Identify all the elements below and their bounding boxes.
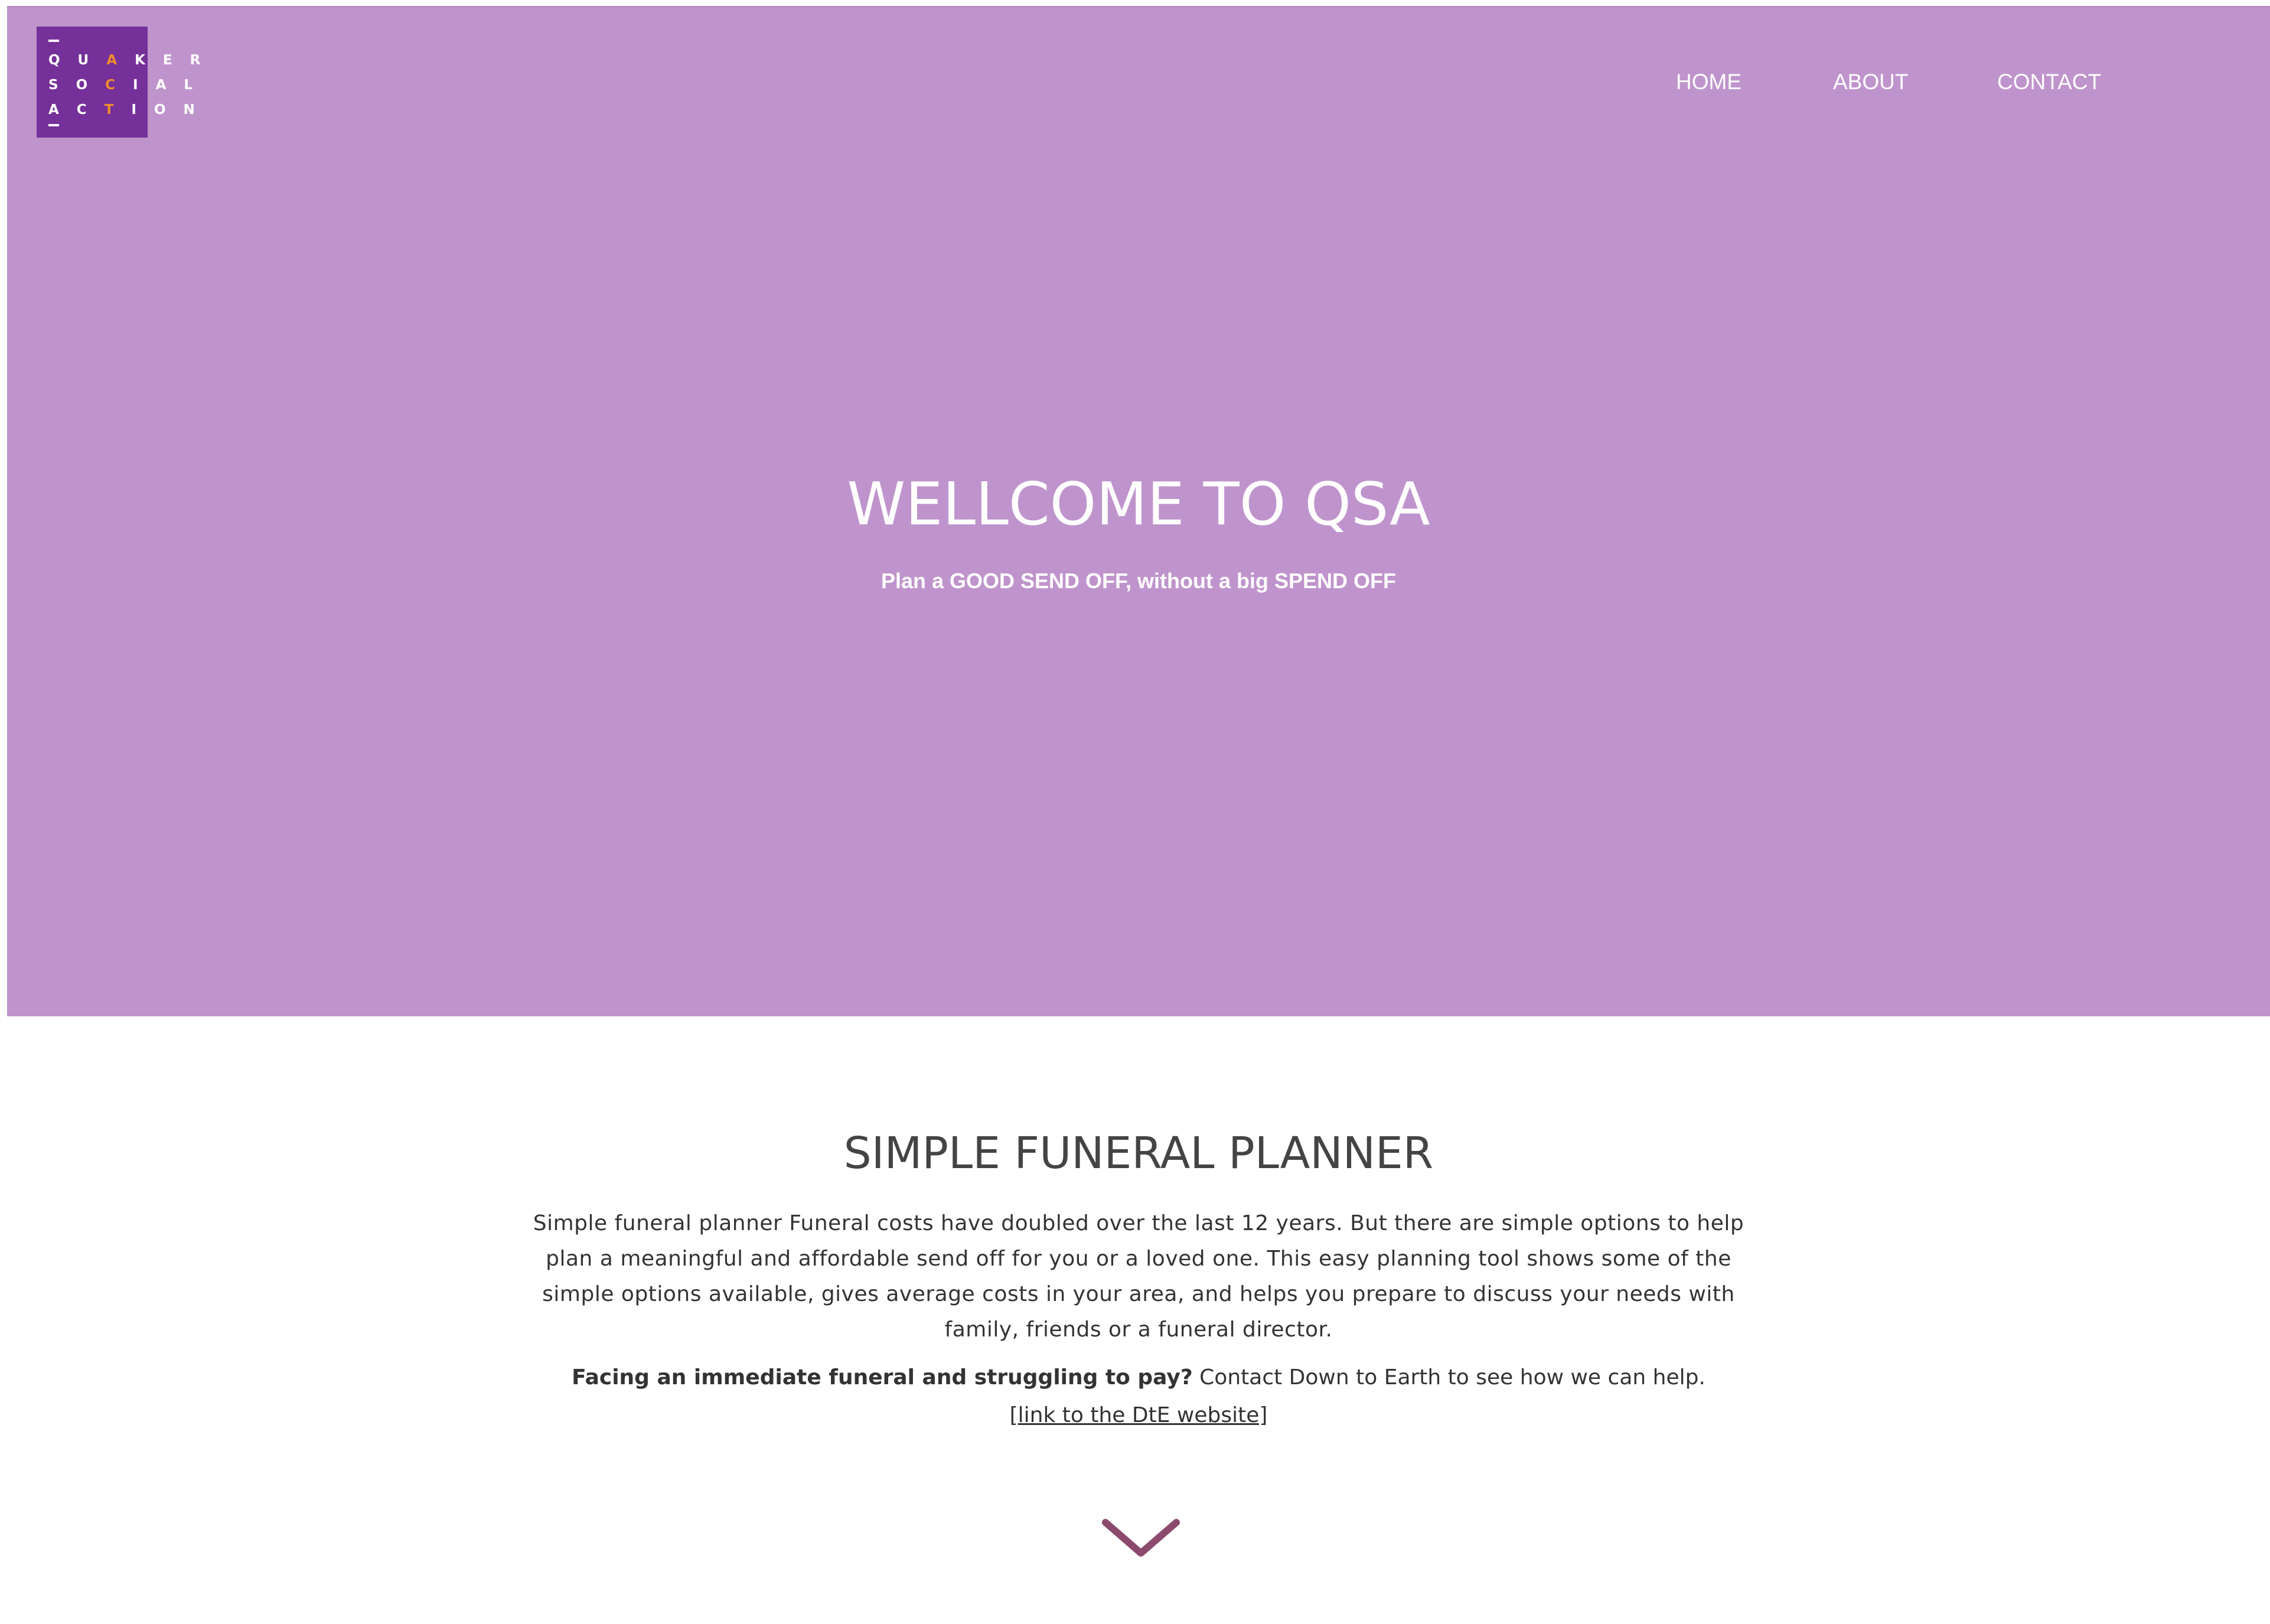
logo-line-2: S O C I A L — [48, 77, 200, 93]
planner-title: SIMPLE FUNERAL PLANNER — [843, 1128, 1434, 1179]
dte-website-link[interactable]: [link to the DtE website] — [1010, 1403, 1268, 1427]
logo-line-1: Q U A K E R — [48, 53, 207, 68]
dte-link-row: [link to the DtE website] — [0, 1401, 2270, 1430]
help-contact: Contact Down to Earth to see how we can … — [1192, 1365, 1705, 1390]
planner-intro: Simple funeral planner Funeral costs hav… — [533, 1211, 1744, 1342]
chevron-down-icon[interactable] — [1102, 1518, 1180, 1565]
nav-about[interactable]: ABOUT — [1833, 70, 1908, 94]
hero-title: WELLCOME TO QSA — [847, 469, 1430, 539]
hero-subtitle: Plan a GOOD SEND OFF, without a big SPEN… — [880, 569, 1397, 593]
help-question: Facing an immediate funeral and struggli… — [572, 1365, 1193, 1390]
page-top-border — [0, 0, 2270, 6]
logo-dash-top — [48, 40, 59, 42]
help-text: Facing an immediate funeral and struggli… — [0, 1363, 2270, 1393]
nav-contact[interactable]: CONTACT — [1997, 70, 2101, 94]
nav-home[interactable]: HOME — [1676, 70, 1741, 94]
logo-dash-bottom — [48, 124, 59, 126]
qsa-logo[interactable]: Q U A K E R S O C I A L A C T I O N — [37, 27, 200, 138]
logo-line-3: A C T I O N — [48, 102, 201, 118]
